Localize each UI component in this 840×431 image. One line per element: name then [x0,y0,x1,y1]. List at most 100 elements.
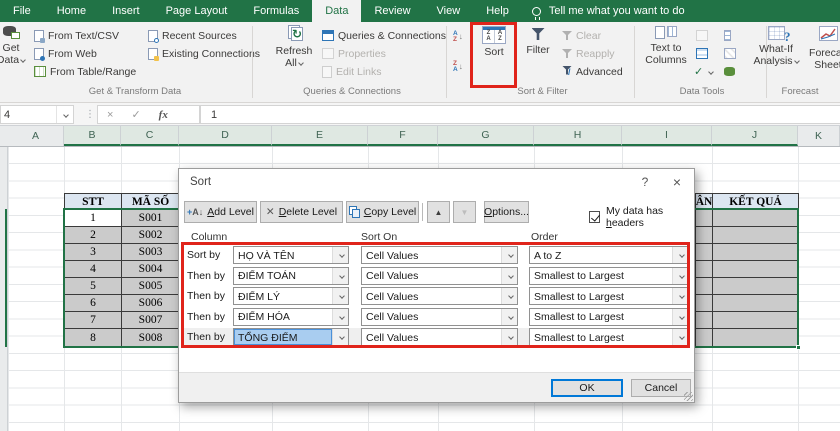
cell-right[interactable] [695,226,713,244]
tab-home[interactable]: Home [44,0,99,22]
cell-right[interactable] [695,260,713,278]
close-icon[interactable]: × [662,169,692,195]
sort-on-dropdown-2[interactable]: Cell Values [361,266,518,285]
table-header-ket-qua[interactable]: KẾT QUẢ [712,193,799,210]
refresh-all-button[interactable]: ↻ Refresh All [272,24,316,69]
table-header-partial[interactable]: ÂN [695,193,713,210]
data-validation-button[interactable]: ✓ [694,63,715,80]
delete-level-button[interactable]: ✕ Delete Level [260,201,343,223]
column-header-e[interactable]: E [272,126,368,146]
cell-b6[interactable]: 3 [64,243,122,261]
advanced-filter-button[interactable]: / Advanced [562,63,623,80]
cell-right[interactable] [712,294,799,312]
cell-b5[interactable]: 2 [64,226,122,244]
table-header-ma-so[interactable]: MÃ SỐ [121,193,180,210]
cell-c11[interactable]: S008 [121,328,180,347]
help-icon[interactable]: ? [630,169,660,195]
cell-c10[interactable]: S007 [121,311,180,329]
tab-insert[interactable]: Insert [99,0,153,22]
cell-b4-active[interactable]: 1 [64,209,122,227]
tell-me-box[interactable]: Tell me what you want to do [522,0,685,22]
sort-on-dropdown-3[interactable]: Cell Values [361,287,518,305]
column-header-i[interactable]: I [622,126,712,146]
what-if-analysis-button[interactable]: ? What-If Analysis [752,24,800,67]
from-table-range-button[interactable]: From Table/Range [34,63,136,80]
column-dropdown-2[interactable]: ĐIỂM TOÁN [233,266,349,285]
tab-view[interactable]: View [424,0,474,22]
fill-handle[interactable] [796,345,801,350]
cell-c9[interactable]: S006 [121,294,180,312]
my-data-has-headers-checkbox[interactable]: My data has headers [589,205,694,229]
forecast-sheet-button[interactable]: Forecas Sheet [802,24,840,71]
order-dropdown-2[interactable]: Smallest to Largest [529,266,689,285]
cell-right[interactable] [712,243,799,261]
column-header-j[interactable]: J [712,126,798,146]
formula-input[interactable]: 1 [200,105,840,124]
resize-grip-icon[interactable] [684,392,693,401]
column-header-k[interactable]: K [798,126,840,146]
tab-page-layout[interactable]: Page Layout [153,0,241,22]
insert-column-button[interactable] [724,27,731,44]
sort-az-button[interactable]: A Z ↓ [453,28,463,45]
filter-button[interactable]: Filter [518,26,558,56]
column-header-f[interactable]: F [368,126,438,146]
cell-right[interactable] [712,328,799,347]
tab-file[interactable]: File [0,0,44,22]
order-dropdown-5[interactable]: Smallest to Largest [529,328,689,346]
sort-za-button[interactable]: Z A ↓ [453,58,463,75]
cell-b11[interactable]: 8 [64,328,122,347]
cell-right[interactable] [695,294,713,312]
name-box[interactable]: 4 [0,105,74,124]
order-dropdown-1[interactable]: A to Z [529,246,689,264]
cell-c4[interactable]: S001 [121,209,180,227]
sort-on-dropdown-4[interactable]: Cell Values [361,307,518,326]
consolidate-button[interactable] [724,63,735,80]
cell-c5[interactable]: S002 [121,226,180,244]
cancel-entry-icon[interactable]: × [98,109,122,121]
cell-right[interactable] [695,328,713,347]
order-dropdown-4[interactable]: Smallest to Largest [529,307,689,326]
insert-function-icon[interactable]: fx [150,109,177,121]
dialog-title-bar[interactable]: Sort ? × [179,169,694,195]
column-header-a[interactable]: A [8,126,64,146]
column-dropdown-3[interactable]: ĐIỂM LÝ [233,287,349,305]
cancel-button[interactable]: Cancel [631,379,691,397]
order-dropdown-3[interactable]: Smallest to Largest [529,287,689,305]
column-header-b[interactable]: B [64,126,121,146]
formula-bar-handle[interactable]: ⋮ [85,109,95,120]
cell-right[interactable] [712,209,799,227]
add-level-button[interactable]: +A↓ Add Level [184,201,257,223]
move-up-button[interactable]: ▲ [427,201,450,223]
cell-b9[interactable]: 6 [64,294,122,312]
column-dropdown-5[interactable]: TỔNG ĐIỂM [233,328,349,346]
get-data-button[interactable]: Get Data [0,24,32,66]
remove-duplicates-button[interactable] [696,45,708,62]
cell-right[interactable] [712,311,799,329]
column-header-c[interactable]: C [121,126,179,146]
cell-right[interactable] [695,277,713,295]
column-dropdown-1[interactable]: HỌ VÀ TÊN [233,246,349,264]
tab-review[interactable]: Review [361,0,423,22]
cell-right[interactable] [695,311,713,329]
sort-on-dropdown-5[interactable]: Cell Values [361,328,518,346]
confirm-entry-icon[interactable]: ✓ [122,108,149,121]
cell-c8[interactable]: S005 [121,277,180,295]
column-header-d[interactable]: D [179,126,272,146]
queries-connections-button[interactable]: Queries & Connections [322,27,446,44]
from-text-csv-button[interactable]: From Text/CSV [34,27,119,44]
cell-b10[interactable]: 7 [64,311,122,329]
sort-on-dropdown-1[interactable]: Cell Values [361,246,518,264]
cell-right[interactable] [695,243,713,261]
cell-right[interactable] [712,226,799,244]
name-box-dropdown[interactable] [56,106,73,123]
cell-right[interactable] [712,277,799,295]
table-header-stt[interactable]: STT [64,193,122,210]
cell-c6[interactable]: S003 [121,243,180,261]
ok-button[interactable]: OK [551,379,623,397]
relationships-button[interactable] [724,45,736,62]
cell-right[interactable] [712,260,799,278]
existing-connections-button[interactable]: Existing Connections [148,45,260,62]
recent-sources-button[interactable]: Recent Sources [148,27,237,44]
cell-b7[interactable]: 4 [64,260,122,278]
column-header-h[interactable]: H [534,126,622,146]
